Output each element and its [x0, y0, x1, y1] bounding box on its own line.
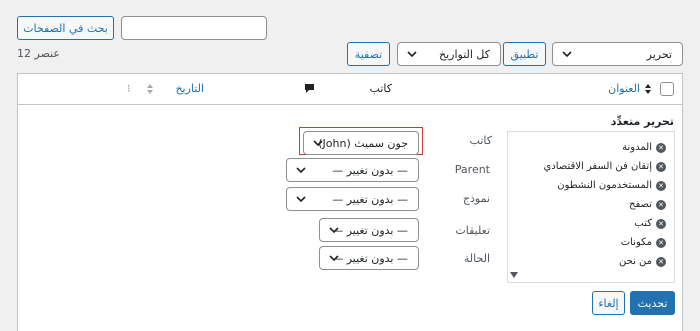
list-item: ✕ المدونة [622, 142, 666, 153]
select-all-checkbox[interactable] [660, 82, 674, 96]
chevron-down-icon [407, 51, 417, 58]
remove-icon[interactable]: ✕ [656, 142, 666, 153]
parent-label: Parent [454, 163, 490, 176]
cancel-button[interactable]: إلغاء [592, 291, 625, 315]
author-value: جون سميث (John) [318, 136, 408, 150]
sort-icon[interactable] [645, 84, 651, 94]
author-label: كاتب [469, 134, 492, 147]
category-label: مكونات [620, 237, 652, 248]
template-select[interactable]: — بدون تغيير — [286, 187, 419, 211]
apply-button[interactable]: تطبيق [503, 42, 546, 66]
category-label: تصفح [629, 199, 652, 210]
status-value: — بدون تغيير — [332, 251, 408, 265]
column-title[interactable]: العنوان [608, 82, 640, 95]
filter-button[interactable]: تصفية [347, 42, 390, 66]
chevron-down-icon [296, 167, 306, 174]
comments-select[interactable]: — بدون تغيير — [319, 218, 419, 242]
remove-icon[interactable]: ✕ [656, 218, 666, 229]
category-label: إتقان فن السفر الاقتصادي [543, 161, 652, 172]
bulk-action-select[interactable]: تحرير [552, 42, 683, 66]
chevron-down-icon [329, 227, 339, 234]
list-item: ✕ تصفح [629, 199, 666, 210]
parent-value: — بدون تغيير — [332, 163, 408, 177]
comment-icon[interactable] [304, 83, 315, 94]
list-item: ✕ مكونات [621, 237, 666, 248]
template-value: — بدون تغيير — [332, 192, 408, 206]
update-button-visible[interactable]: تحديث [630, 291, 675, 315]
category-label: من نحن [619, 256, 652, 267]
remove-icon[interactable]: ✕ [656, 199, 666, 210]
pages-table: العنوان كاتب التاريخ ⁝ تحرير متعدِّد ✕ ال… [17, 73, 683, 331]
status-label: الحالة [463, 252, 490, 265]
search-input[interactable] [121, 16, 267, 40]
comments-value: — بدون تغيير — [332, 223, 408, 237]
bulk-action-value: تحرير [646, 47, 672, 61]
remove-icon[interactable]: ✕ [656, 237, 666, 248]
list-item: ✕ من نحن [619, 256, 666, 267]
category-label: كتب [634, 218, 652, 229]
list-item: ✕ المستخدمون النشطون [557, 180, 666, 191]
scroll-down-icon[interactable] [510, 272, 518, 278]
list-item: ✕ إتقان فن السفر الاقتصادي [543, 161, 666, 172]
comments-label: تعليقات [455, 224, 490, 237]
column-options-icon[interactable]: ⁝ [127, 82, 131, 95]
remove-icon[interactable]: ✕ [656, 180, 666, 191]
chevron-down-icon [562, 51, 572, 58]
items-count: 12 عنصر [17, 47, 60, 60]
bulk-edit-title: تحرير متعدِّد [610, 115, 674, 128]
author-select[interactable]: جون سميث (John) [303, 131, 419, 155]
categories-list[interactable]: ✕ المدونة ✕ إتقان فن السفر الاقتصادي ✕ المس… [507, 131, 675, 283]
status-select[interactable]: — بدون تغيير — [319, 246, 419, 270]
table-header: العنوان كاتب التاريخ ⁝ [18, 74, 682, 105]
category-label: المدونة [622, 142, 652, 153]
chevron-down-icon [313, 140, 323, 147]
chevron-down-icon [296, 196, 306, 203]
template-label: نموذج [462, 192, 490, 205]
column-author: كاتب [369, 82, 392, 95]
chevron-down-icon [329, 255, 339, 262]
date-filter-value: كل التواريخ [438, 47, 490, 61]
category-label: المستخدمون النشطون [557, 180, 652, 191]
remove-icon[interactable]: ✕ [656, 161, 666, 172]
list-item: ✕ كتب [634, 218, 666, 229]
sort-icon[interactable] [147, 84, 153, 94]
date-filter-select[interactable]: كل التواريخ [397, 42, 501, 66]
column-date[interactable]: التاريخ [175, 82, 204, 95]
parent-select[interactable]: — بدون تغيير — [286, 158, 419, 182]
search-pages-button[interactable]: بحث في الصفحات [17, 16, 114, 40]
remove-icon[interactable]: ✕ [656, 256, 666, 267]
